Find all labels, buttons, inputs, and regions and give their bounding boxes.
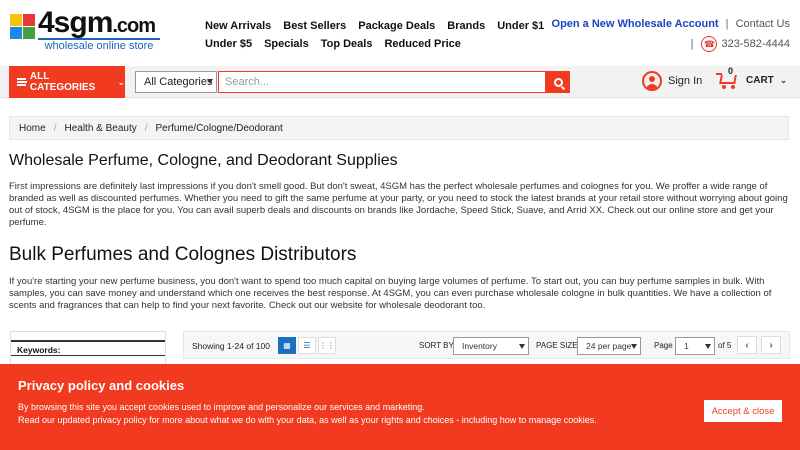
phone-icon: ☎ (701, 36, 718, 52)
page-label: Page (654, 341, 673, 350)
page-size-label: PAGE SIZE (536, 341, 578, 350)
all-categories-label: ALL CATEGORIES (29, 71, 96, 93)
nav-package-deals[interactable]: Package Deals (358, 20, 435, 34)
search-input[interactable]: Search... (218, 71, 546, 93)
cart-count: 0 (728, 66, 734, 76)
listing-toolbar: Showing 1-24 of 100 ▦ ☰ ⋮⋮ SORT BY Inven… (183, 331, 790, 359)
logo-tagline: wholesale online store (38, 38, 160, 52)
cart-button[interactable]: 0 CART ⌄ (716, 66, 788, 90)
site-header: 4sgm.com wholesale online store New Arri… (0, 0, 800, 66)
search-icon (553, 77, 563, 87)
page-size-select[interactable]: 24 per page (577, 337, 641, 355)
logo-wordmark: 4sgm.com (38, 6, 156, 39)
chevron-down-icon: ⌄ (779, 74, 788, 85)
category-select-value: All Categories (144, 76, 213, 88)
sign-in-label: Sign In (668, 75, 703, 87)
list-view-button[interactable]: ☰ (298, 337, 316, 354)
contact-us-link[interactable]: Contact Us (736, 18, 790, 30)
main-nav: New Arrivals Best Sellers Package Deals … (205, 20, 544, 56)
cookie-text-line-2: Read our updated privacy policy for more… (18, 415, 597, 425)
search-bar: ALL CATEGORIES ⌄ All Categories Search..… (0, 66, 800, 98)
cookie-title: Privacy policy and cookies (18, 378, 185, 393)
compact-view-button[interactable]: ⋮⋮ (318, 337, 336, 354)
open-wholesale-account-link[interactable]: Open a New Wholesale Account (552, 18, 719, 30)
dropdown-arrow-icon (631, 344, 637, 349)
page-size-value: 24 per page (586, 341, 632, 351)
page-total: of 5 (718, 341, 732, 350)
phone-separator: | (690, 38, 694, 50)
breadcrumb-current: Perfume/Cologne/Deodorant (155, 122, 283, 134)
cart-label: CART (746, 74, 774, 86)
section-paragraph: If you're starting your new perfume busi… (9, 276, 772, 311)
nav-reduced-price[interactable]: Reduced Price (384, 38, 460, 52)
nav-under-5[interactable]: Under $5 (205, 38, 252, 52)
dropdown-arrow-icon (207, 79, 213, 84)
dropdown-arrow-icon (519, 344, 525, 349)
intro-paragraph: First impressions are definitely last im… (9, 181, 788, 228)
cookie-text-line-1: By browsing this site you accept cookies… (18, 402, 425, 412)
category-select[interactable]: All Categories (135, 71, 217, 93)
sort-by-label: SORT BY (419, 341, 454, 350)
nav-brands[interactable]: Brands (447, 20, 485, 34)
page-select[interactable]: 1 (675, 337, 715, 355)
phone-number[interactable]: 323-582-4444 (721, 38, 790, 50)
keywords-label: Keywords: (11, 340, 165, 356)
accept-close-button[interactable]: Accept & close (704, 400, 782, 422)
breadcrumb-health-beauty[interactable]: Health & Beauty (64, 123, 136, 134)
page-title: Wholesale Perfume, Cologne, and Deodoran… (9, 152, 398, 169)
prev-page-button[interactable]: ‹ (737, 336, 757, 354)
breadcrumb: Home / Health & Beauty / Perfume/Cologne… (9, 116, 789, 140)
breadcrumb-home[interactable]: Home (19, 123, 46, 134)
search-button[interactable] (546, 71, 570, 93)
cookie-banner: Privacy policy and cookies By browsing t… (0, 364, 800, 450)
user-icon (642, 71, 662, 91)
page-value: 1 (684, 341, 689, 351)
section-title: Bulk Perfumes and Colognes Distributors (9, 244, 357, 265)
dropdown-arrow-icon (705, 344, 711, 349)
link-separator: | (725, 18, 729, 30)
phone-row: | ☎ 323-582-4444 (552, 36, 790, 52)
chevron-down-icon: ⌄ (117, 76, 125, 87)
nav-new-arrivals[interactable]: New Arrivals (205, 20, 271, 34)
site-logo[interactable]: 4sgm.com wholesale online store (10, 6, 160, 52)
breadcrumb-separator: / (144, 122, 148, 134)
sort-by-select[interactable]: Inventory (453, 337, 529, 355)
next-page-button[interactable]: › (761, 336, 781, 354)
cart-icon: 0 (716, 66, 740, 90)
nav-under-1[interactable]: Under $1 (497, 20, 544, 34)
sort-by-value: Inventory (462, 341, 497, 351)
results-count: Showing 1-24 of 100 (192, 341, 270, 351)
logo-mark (10, 14, 36, 40)
nav-specials[interactable]: Specials (264, 38, 309, 52)
header-links: Open a New Wholesale Account | Contact U… (552, 18, 790, 52)
all-categories-button[interactable]: ALL CATEGORIES ⌄ (9, 66, 125, 98)
grid-view-button[interactable]: ▦ (278, 337, 296, 354)
nav-best-sellers[interactable]: Best Sellers (283, 20, 346, 34)
sign-in-link[interactable]: Sign In (642, 71, 702, 91)
nav-top-deals[interactable]: Top Deals (321, 38, 373, 52)
breadcrumb-separator: / (53, 122, 57, 134)
menu-icon (17, 78, 27, 86)
